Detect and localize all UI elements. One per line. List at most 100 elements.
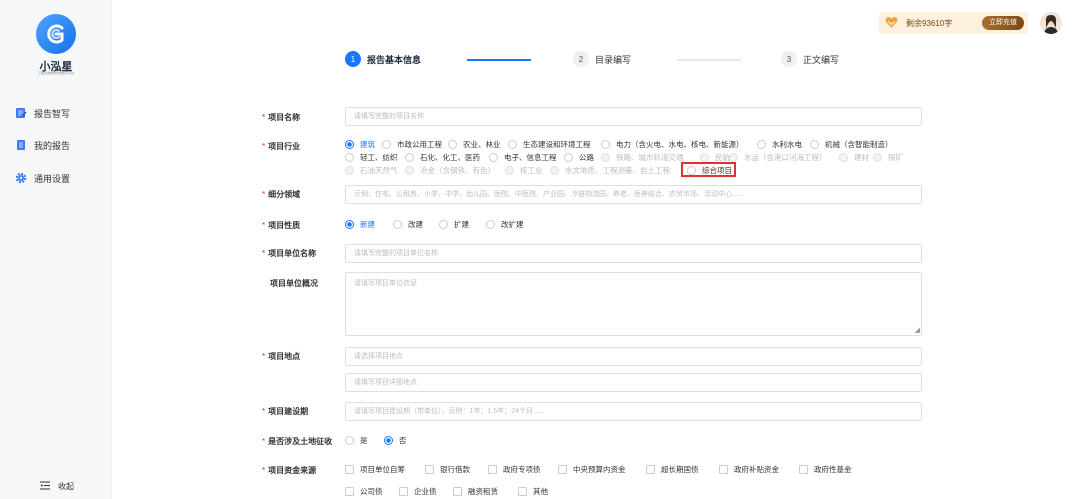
radio-dot	[550, 166, 559, 175]
industry-option[interactable]: 铁路、城市轨道交通	[601, 152, 684, 163]
industry-option[interactable]: 机械（含智能制造）	[810, 139, 893, 150]
sub-field-input[interactable]: 示例：住宅、公租房、小学、中学、幼儿园、医院、中医院、产业园、冷链物流园、养老、…	[345, 185, 922, 204]
step-connector	[677, 59, 741, 61]
sidebar-item-label: 我的报告	[34, 140, 71, 151]
sidebar-item-report-write[interactable]: 报告智写	[15, 105, 70, 121]
industry-option[interactable]: 水文地质、工程测量、岩土工程	[550, 165, 670, 176]
sub-field-label: * 细分领域	[262, 190, 301, 199]
nature-option-expand[interactable]: 扩建	[439, 219, 469, 230]
funding-option[interactable]: 政府补贴资金	[719, 464, 779, 475]
industry-option[interactable]: 公路	[564, 152, 594, 163]
funding-option[interactable]: 其他	[518, 486, 548, 497]
step-label: 正文编写	[803, 54, 840, 65]
land-option-yes[interactable]: 是	[345, 435, 368, 446]
checkbox	[518, 487, 527, 496]
step-catalog[interactable]: 2 目录编写	[573, 51, 631, 67]
radio-dot	[345, 220, 354, 229]
nature-label: * 项目性质	[262, 221, 301, 230]
funding-option[interactable]: 融资租赁	[453, 486, 498, 497]
funding-option[interactable]: 项目单位自筹	[345, 464, 405, 475]
land-option-no[interactable]: 否	[384, 435, 407, 446]
step-number: 1	[345, 51, 361, 67]
industry-option[interactable]: 电子、信息工程	[489, 152, 557, 163]
radio-dot	[384, 436, 393, 445]
funding-option[interactable]: 政府专项债	[488, 464, 541, 475]
funding-option[interactable]: 银行借款	[425, 464, 470, 475]
industry-option[interactable]: 电力（含火电、水电、核电、新能源）	[601, 139, 744, 150]
industry-option[interactable]: 石化、化工、医药	[405, 152, 480, 163]
industry-option[interactable]: 建材	[839, 152, 869, 163]
project-name-input[interactable]: 请填写完整的项目名称	[345, 107, 922, 126]
industry-option[interactable]: 农业、林业	[448, 139, 501, 150]
sidebar-item-label: 通用设置	[34, 173, 71, 184]
app-subtitle: 工程咨询报告智能编写平台	[37, 71, 74, 75]
radio-dot	[601, 140, 610, 149]
radio-dot	[345, 140, 354, 149]
radio-dot	[382, 140, 391, 149]
checkbox	[453, 487, 462, 496]
radio-dot	[405, 166, 414, 175]
radio-dot	[601, 153, 610, 162]
industry-option[interactable]: 核工业	[505, 165, 543, 176]
radio-dot	[345, 153, 354, 162]
checkbox	[646, 465, 655, 474]
radio-dot	[405, 153, 414, 162]
gear-icon	[15, 172, 27, 184]
step-basic-info[interactable]: 1 报告基本信息	[345, 51, 421, 67]
step-label: 目录编写	[595, 54, 632, 65]
step-connector	[467, 59, 531, 61]
sidebar: 小泓星 工程咨询报告智能编写平台 报告智写 我的报告 通用设置 收起	[0, 0, 112, 499]
collapse-button[interactable]: 收起	[40, 481, 74, 492]
funding-option[interactable]: 中央预算内资金	[558, 464, 626, 475]
location-detail-input[interactable]: 请填写项目详细地点	[345, 373, 922, 392]
funding-label: * 项目资金来源	[262, 466, 317, 475]
funding-option[interactable]: 公司债	[345, 486, 383, 497]
checkbox	[399, 487, 408, 496]
sidebar-item-my-reports[interactable]: 我的报告	[15, 137, 70, 153]
step-number: 2	[573, 51, 589, 67]
radio-dot	[448, 140, 457, 149]
radio-dot	[508, 140, 517, 149]
radio-dot	[345, 436, 354, 445]
nature-option-rebuild-expand[interactable]: 改扩建	[486, 219, 524, 230]
avatar[interactable]	[1040, 12, 1062, 34]
period-input[interactable]: 请填写项目建设期（带单位），示例：1年；1.5年；24个月......	[345, 402, 922, 421]
checkbox	[558, 465, 567, 474]
industry-option[interactable]: 轻工、纺织	[345, 152, 398, 163]
location-label: * 项目地点	[262, 352, 301, 361]
checkbox	[345, 465, 354, 474]
checkbox	[488, 465, 497, 474]
funding-option[interactable]: 政府性基金	[799, 464, 852, 475]
radio-dot	[839, 153, 848, 162]
nature-option-new[interactable]: 新建	[345, 219, 375, 230]
resize-handle-icon[interactable]: ◢	[915, 327, 920, 334]
radio-dot	[729, 153, 738, 162]
radio-dot	[486, 220, 495, 229]
unit-name-input[interactable]: 请填写完整的项目单位名称	[345, 244, 922, 263]
checkbox	[799, 465, 808, 474]
unit-overview-textarea[interactable]: 请填写项目单位信息 ◢	[345, 272, 922, 336]
industry-option[interactable]: 水利水电	[757, 139, 802, 150]
industry-option[interactable]: 生态建设和环境工程	[508, 139, 591, 150]
edit-icon	[15, 107, 27, 119]
location-select[interactable]: 请选择项目地点	[345, 347, 922, 366]
industry-option[interactable]: 冶金（含钢铁、有色）	[405, 165, 495, 176]
funding-option[interactable]: 企业债	[399, 486, 437, 497]
funding-option[interactable]: 超长期国债	[646, 464, 699, 475]
step-body[interactable]: 3 正文编写	[781, 51, 839, 67]
industry-option[interactable]: 水运（含港口河海工程）	[729, 152, 827, 163]
balance-text: 剩余93610字	[906, 18, 953, 28]
balance-box: 剩余93610字 立即充值	[879, 12, 1028, 34]
industry-option[interactable]: 石油天然气	[345, 165, 398, 176]
step-label: 报告基本信息	[367, 54, 422, 65]
recharge-button[interactable]: 立即充值	[982, 16, 1024, 30]
heart-icon	[885, 16, 898, 30]
industry-option[interactable]: 建筑	[345, 139, 375, 150]
industry-option[interactable]: 市政公用工程	[382, 139, 442, 150]
unit-overview-placeholder: 请填写项目单位信息	[354, 280, 417, 287]
collapse-icon	[40, 481, 50, 492]
nature-option-rebuild[interactable]: 改建	[393, 219, 423, 230]
sidebar-item-settings[interactable]: 通用设置	[15, 170, 70, 186]
radio-dot	[873, 153, 882, 162]
industry-option[interactable]: 探矿	[873, 152, 903, 163]
